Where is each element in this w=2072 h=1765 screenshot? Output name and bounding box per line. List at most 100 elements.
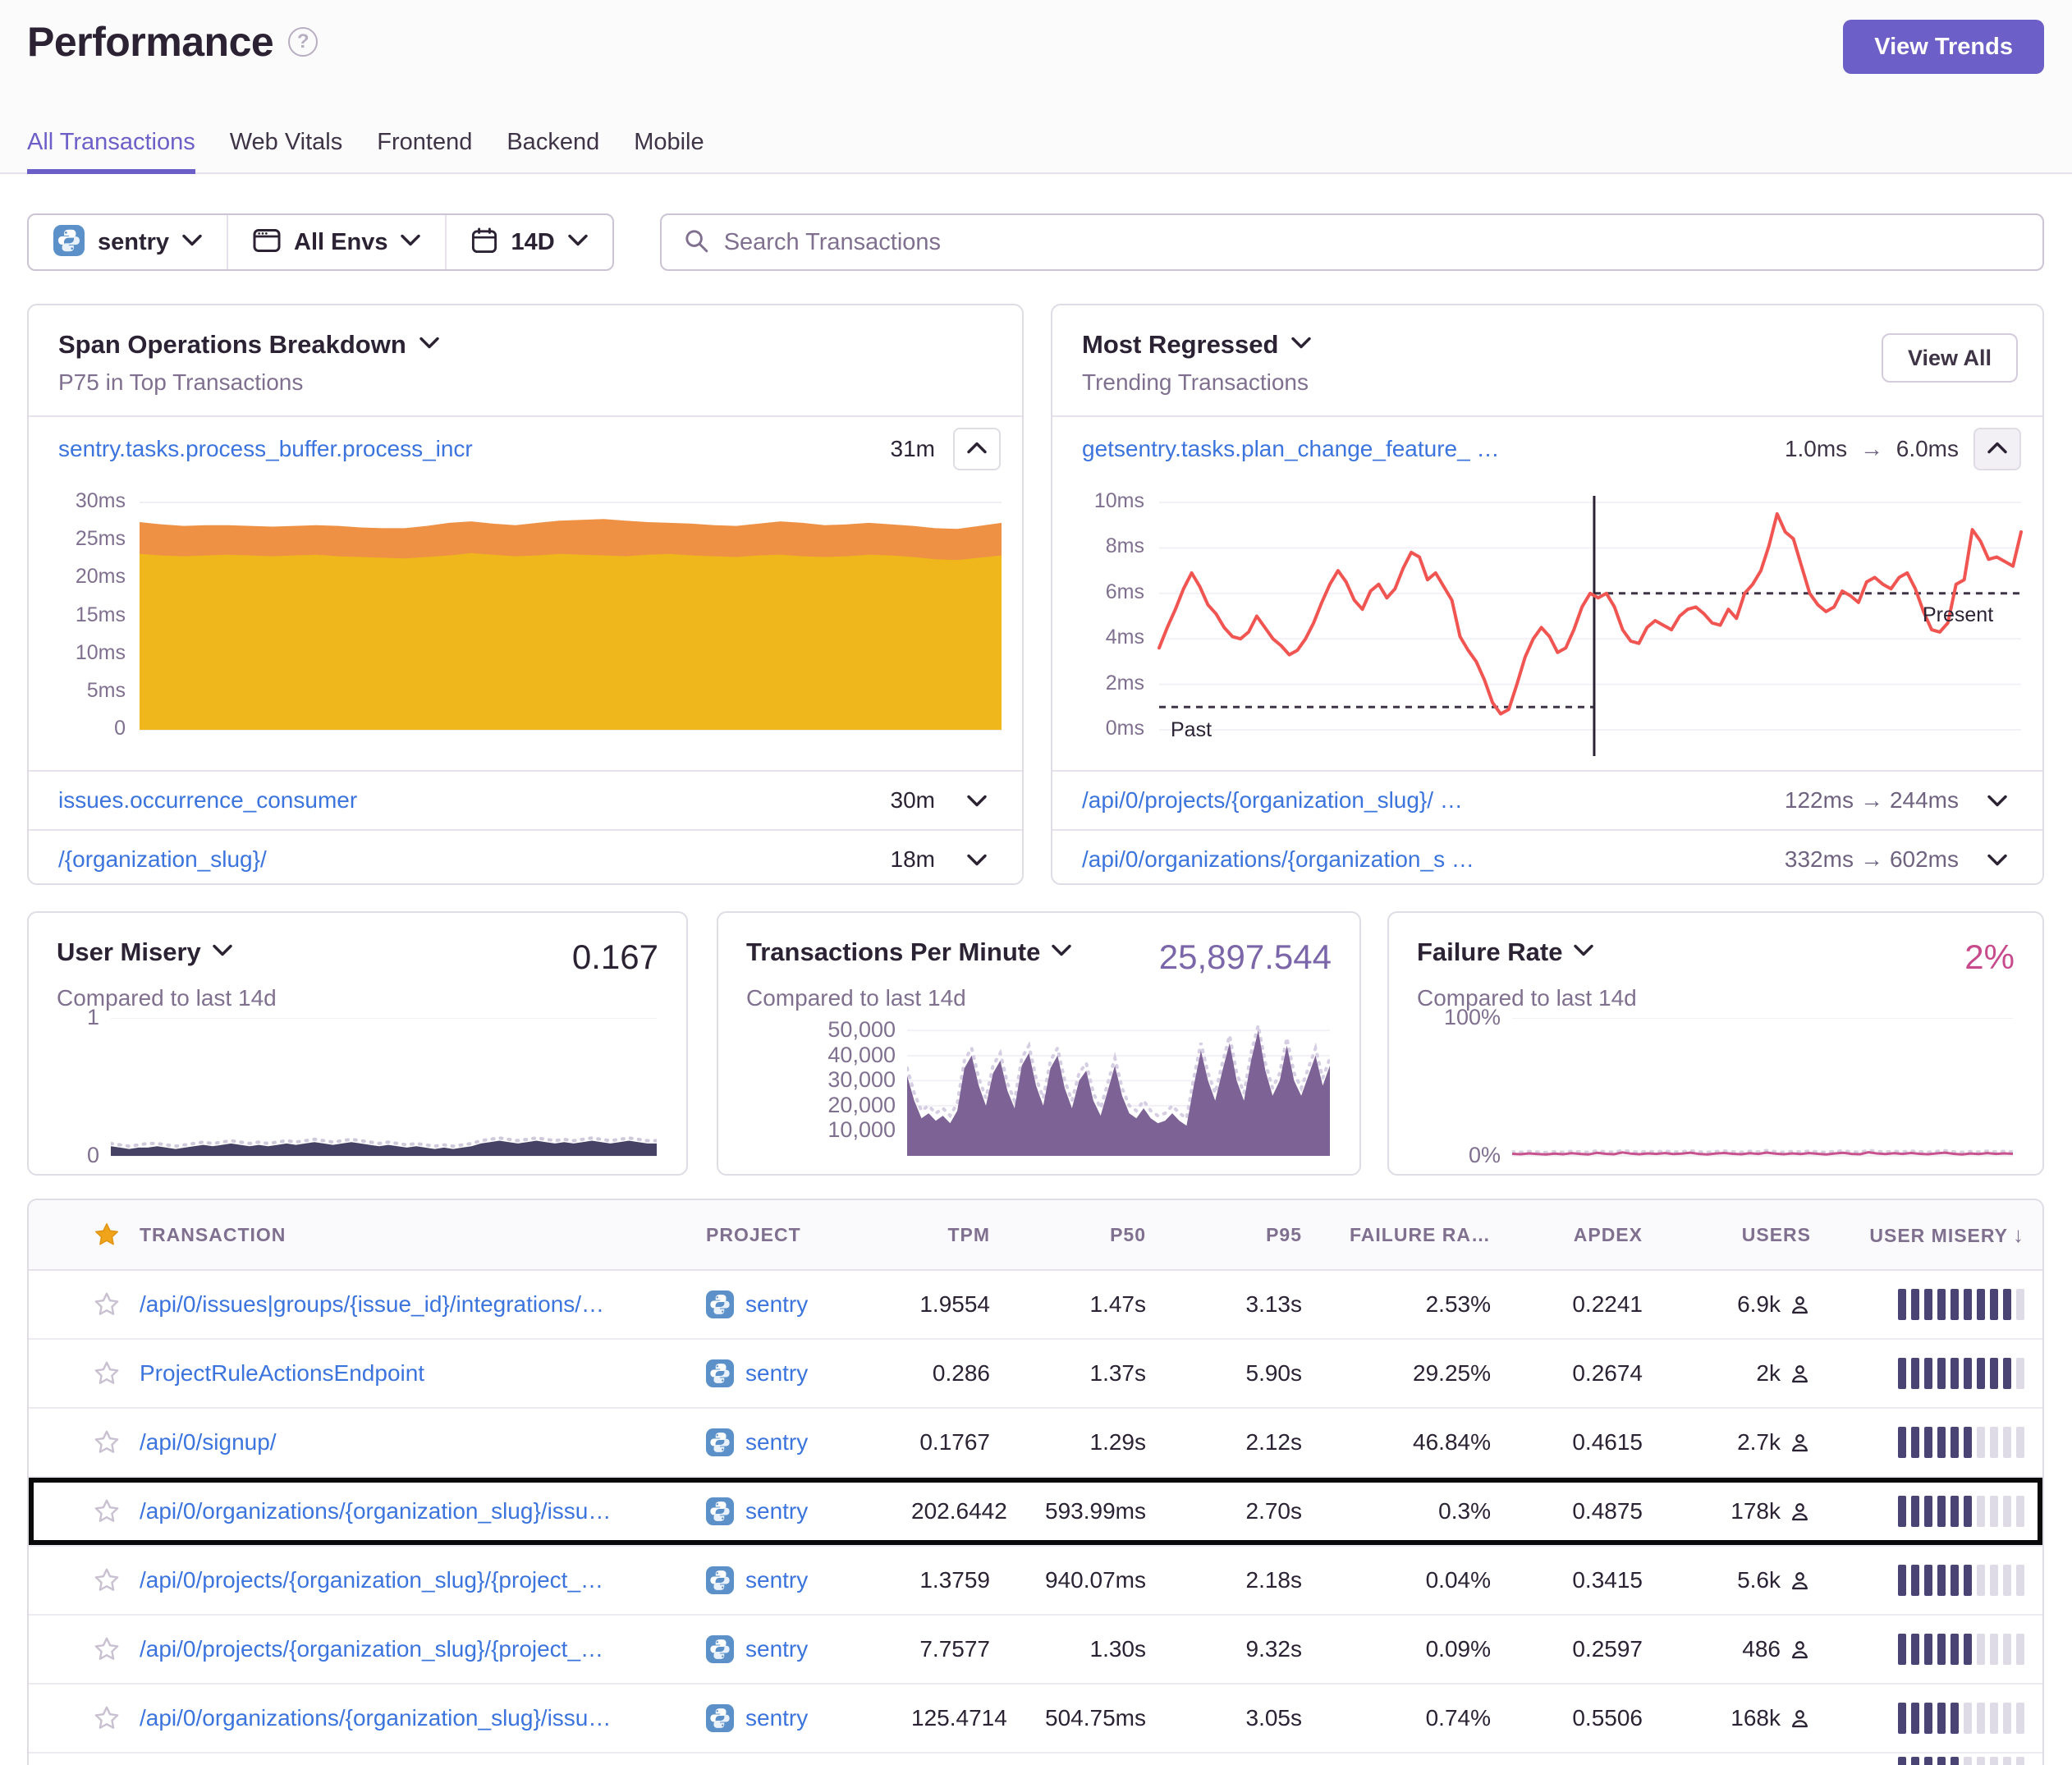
column-header-transaction[interactable]: Transaction	[140, 1224, 706, 1246]
star-filled-icon[interactable]	[74, 1220, 140, 1249]
span-ops-item: /{organization_slug}/ 18m	[29, 829, 1022, 885]
expand-button[interactable]	[953, 779, 1001, 822]
project-link[interactable]: sentry	[706, 1359, 911, 1387]
expand-button[interactable]	[953, 838, 1001, 881]
transaction-link[interactable]: /api/0/projects/{organization_slug}/{pro…	[140, 1636, 706, 1662]
regression-chart: 10ms8ms6ms4ms2ms0msPastPresent	[1052, 481, 2042, 770]
project-link[interactable]: sentry	[706, 1635, 911, 1663]
span-op-link[interactable]: sentry.tasks.process_buffer.process_incr	[58, 436, 874, 462]
chevron-down-icon	[1291, 337, 1311, 353]
tpm-chart: 50,00040,00030,00020,00010,000	[718, 913, 1359, 1174]
collapse-button[interactable]	[1973, 428, 2021, 470]
span-ops-item: issues.occurrence_consumer 30m	[29, 770, 1022, 829]
tab-web-vitals[interactable]: Web Vitals	[230, 129, 343, 174]
arrow-right-icon: →	[1854, 787, 1890, 813]
star-icon[interactable]	[74, 1497, 140, 1526]
chevron-up-icon	[1987, 442, 2007, 454]
regressed-transaction-link[interactable]: getsentry.tasks.plan_change_feature_ …	[1082, 436, 1768, 462]
p95-value: 3.05s	[1157, 1705, 1313, 1731]
column-header-project[interactable]: Project	[706, 1224, 911, 1246]
project-link[interactable]: sentry	[706, 1566, 911, 1594]
project-link[interactable]: sentry	[706, 1428, 911, 1456]
transaction-link[interactable]: /api/0/signup/	[140, 1429, 706, 1456]
transaction-link[interactable]: ProjectRuleActionsEndpoint	[140, 1360, 706, 1387]
view-trends-button[interactable]: View Trends	[1843, 20, 2044, 74]
help-icon[interactable]: ?	[288, 27, 318, 57]
python-icon	[706, 1635, 734, 1663]
star-icon[interactable]	[74, 1703, 140, 1733]
span-operations-panel: Span Operations Breakdown P75 in Top Tra…	[27, 304, 1024, 885]
p95-value: 3.13s	[1157, 1291, 1313, 1318]
tab-frontend[interactable]: Frontend	[377, 129, 472, 174]
star-icon	[92, 1703, 121, 1733]
project-link[interactable]: sentry	[706, 1291, 911, 1318]
span-op-link[interactable]: issues.occurrence_consumer	[58, 787, 874, 814]
tab-mobile[interactable]: Mobile	[634, 129, 704, 174]
project-selector-label: sentry	[98, 229, 169, 256]
project-link[interactable]: sentry	[706, 1704, 911, 1732]
date-range-selector[interactable]: 14D	[445, 215, 612, 269]
tab-backend[interactable]: Backend	[507, 129, 599, 174]
regression-to: 602ms	[1890, 846, 1959, 872]
arrow-right-icon: →	[1854, 436, 1890, 461]
environment-selector-label: All Envs	[294, 229, 387, 256]
transaction-link[interactable]: /api/0/projects/{organization_slug}/{pro…	[140, 1567, 706, 1593]
view-all-button[interactable]: View All	[1882, 333, 2018, 383]
apdex-value: 0.4615	[1502, 1429, 1654, 1456]
transaction-link[interactable]: /api/0/issues|groups/{issue_id}/integrat…	[140, 1291, 706, 1318]
regression-from: 1.0ms	[1785, 436, 1847, 461]
transaction-link[interactable]: /api/0/organizations/{organization_slug}…	[140, 1705, 706, 1731]
failure-rate-value: 0.3%	[1313, 1498, 1502, 1524]
star-icon[interactable]	[74, 1566, 140, 1595]
star-icon[interactable]	[74, 1428, 140, 1457]
tpm-value: 0.286	[911, 1360, 1002, 1387]
column-header-p50[interactable]: P50	[1002, 1224, 1157, 1246]
calendar-icon	[471, 227, 497, 258]
most-regressed-title-dropdown[interactable]: Most Regressed	[1082, 330, 2013, 360]
star-icon[interactable]	[74, 1634, 140, 1664]
regressed-transaction-link[interactable]: /api/0/projects/{organization_slug}/ …	[1082, 787, 1768, 814]
tpm-card: Transactions Per Minute 25,897.544 Compa…	[717, 911, 1361, 1176]
user-misery-bars	[1822, 1634, 2042, 1665]
regressed-transaction-link[interactable]: /api/0/organizations/{organization_s …	[1082, 846, 1768, 873]
project-link[interactable]: sentry	[706, 1497, 911, 1525]
expand-button[interactable]	[1973, 838, 2021, 881]
column-header-p95[interactable]: P95	[1157, 1224, 1313, 1246]
span-op-duration: 18m	[891, 846, 935, 873]
apdex-value: 0.2597	[1502, 1636, 1654, 1662]
regressed-item: /api/0/projects/{organization_slug}/ … 1…	[1052, 770, 2042, 829]
p50-value: 1.47s	[1002, 1291, 1157, 1318]
failure-rate-chart: 100%0%	[1389, 913, 2042, 1174]
p50-value: 1.29s	[1002, 1429, 1157, 1456]
span-op-link[interactable]: /{organization_slug}/	[58, 846, 874, 873]
star-icon	[92, 1566, 121, 1595]
star-icon	[92, 1634, 121, 1664]
star-icon[interactable]	[74, 1359, 140, 1388]
environment-selector[interactable]: All Envs	[227, 215, 445, 269]
environment-icon	[253, 228, 281, 257]
user-icon	[1789, 1363, 1811, 1385]
search-transactions-box	[660, 213, 2044, 271]
chevron-down-icon	[1987, 795, 2007, 807]
column-header-tpm[interactable]: TPM	[911, 1224, 1002, 1246]
column-header-failure-rate[interactable]: Failure Ra…	[1313, 1224, 1502, 1246]
environment-icon	[253, 228, 281, 253]
expand-button[interactable]	[1973, 779, 2021, 822]
project-selector[interactable]: sentry	[29, 215, 227, 269]
search-input[interactable]	[724, 229, 2021, 256]
most-regressed-title: Most Regressed	[1082, 330, 1278, 360]
regressed-expanded-item: getsentry.tasks.plan_change_feature_ … 1…	[1052, 417, 2042, 481]
span-ops-title-dropdown[interactable]: Span Operations Breakdown	[58, 330, 992, 360]
tab-all-transactions[interactable]: All Transactions	[27, 129, 195, 174]
user-misery-bars	[1822, 1496, 2042, 1527]
column-header-apdex[interactable]: Apdex	[1502, 1224, 1654, 1246]
collapse-button[interactable]	[953, 428, 1001, 470]
column-header-users[interactable]: Users	[1654, 1224, 1822, 1246]
y-axis-tick: 0	[66, 1143, 99, 1168]
p95-value: 2.18s	[1157, 1567, 1313, 1593]
users-value: 6.9k	[1654, 1291, 1822, 1318]
transaction-link[interactable]: /api/0/organizations/{organization_slug}…	[140, 1498, 706, 1524]
star-icon[interactable]	[74, 1290, 140, 1319]
failure-rate-value: 0.74%	[1313, 1705, 1502, 1731]
column-header-user-misery[interactable]: User Misery↓	[1822, 1222, 2042, 1248]
